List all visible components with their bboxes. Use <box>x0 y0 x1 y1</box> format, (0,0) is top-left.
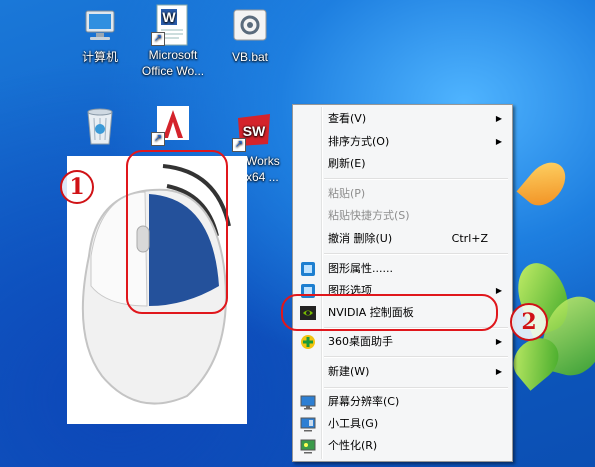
menu-item-refresh[interactable]: 刷新(E) <box>295 153 510 175</box>
svg-text:SW: SW <box>243 123 266 139</box>
submenu-arrow-icon: ▶ <box>495 337 502 346</box>
desktop-icon-vb-bat[interactable]: VB.bat <box>212 6 288 65</box>
shortcut-arrow-icon: ↗ <box>151 132 165 146</box>
step-1-marker: 1 <box>60 170 94 204</box>
display-icon <box>300 394 316 410</box>
desktop-icon-label: Microsoft Office Wo... <box>141 48 205 78</box>
menu-separator <box>324 387 508 389</box>
menu-item-new[interactable]: 新建(W) ▶ <box>295 361 510 383</box>
desktop-context-menu: 查看(V) ▶ 排序方式(O) ▶ 刷新(E) 粘贴(P) 粘贴快捷方式(S) … <box>292 104 513 462</box>
word-icon: W ↗ <box>151 4 193 46</box>
menu-shortcut: Ctrl+Z <box>451 232 488 245</box>
svg-text:W: W <box>162 9 176 25</box>
menu-item-paste-shortcut[interactable]: 粘贴快捷方式(S) <box>295 205 510 227</box>
intel-graphics-icon <box>300 261 316 277</box>
nvidia-item-highlight <box>281 294 498 331</box>
desktop-icon-recycle-bin[interactable] <box>62 104 138 147</box>
desktop-icon-label: Works x64 ... <box>246 154 280 184</box>
menu-item-screen-resolution[interactable]: 屏幕分辨率(C) <box>295 391 510 413</box>
menu-item-gadgets[interactable]: 小工具(G) <box>295 413 510 435</box>
recycle-bin-icon <box>80 104 120 145</box>
step-2-marker: 2 <box>510 303 548 341</box>
desktop-icon-label: 计算机 <box>81 50 118 64</box>
desktop-icon-computer[interactable]: 计算机 <box>62 6 138 65</box>
shortcut-arrow-icon: ↗ <box>151 32 165 46</box>
submenu-arrow-icon: ▶ <box>495 367 502 376</box>
menu-separator <box>324 356 508 358</box>
solidworks-icon: SW ↗ <box>232 110 274 152</box>
gadgets-icon <box>300 416 316 432</box>
menu-item-paste[interactable]: 粘贴(P) <box>295 183 510 205</box>
menu-item-undo-delete[interactable]: 撤消 删除(U) Ctrl+Z <box>295 228 510 250</box>
menu-item-sort-by[interactable]: 排序方式(O) ▶ <box>295 131 510 153</box>
menu-separator <box>324 253 508 255</box>
menu-item-graphics-properties[interactable]: 图形属性...... <box>295 258 510 280</box>
computer-icon <box>80 6 120 46</box>
submenu-arrow-icon: ▶ <box>495 114 502 123</box>
shortcut-arrow-icon: ↗ <box>232 138 246 152</box>
autocad-icon: ↗ <box>151 104 193 146</box>
submenu-arrow-icon: ▶ <box>495 286 502 295</box>
menu-item-360-desktop[interactable]: 360桌面助手 ▶ <box>295 331 510 353</box>
desktop-icon-label: VB.bat <box>231 50 269 64</box>
right-button-highlight <box>126 150 228 314</box>
personalize-icon <box>300 438 316 454</box>
360-icon <box>300 334 316 350</box>
menu-separator <box>324 178 508 180</box>
bat-file-icon <box>230 6 270 46</box>
desktop-icon-word[interactable]: W ↗ Microsoft Office Wo... <box>135 4 211 79</box>
menu-item-personalize[interactable]: 个性化(R) <box>295 435 510 457</box>
menu-item-view[interactable]: 查看(V) ▶ <box>295 108 510 130</box>
desktop-icon-autocad[interactable]: ↗ <box>135 104 211 147</box>
submenu-arrow-icon: ▶ <box>495 137 502 146</box>
